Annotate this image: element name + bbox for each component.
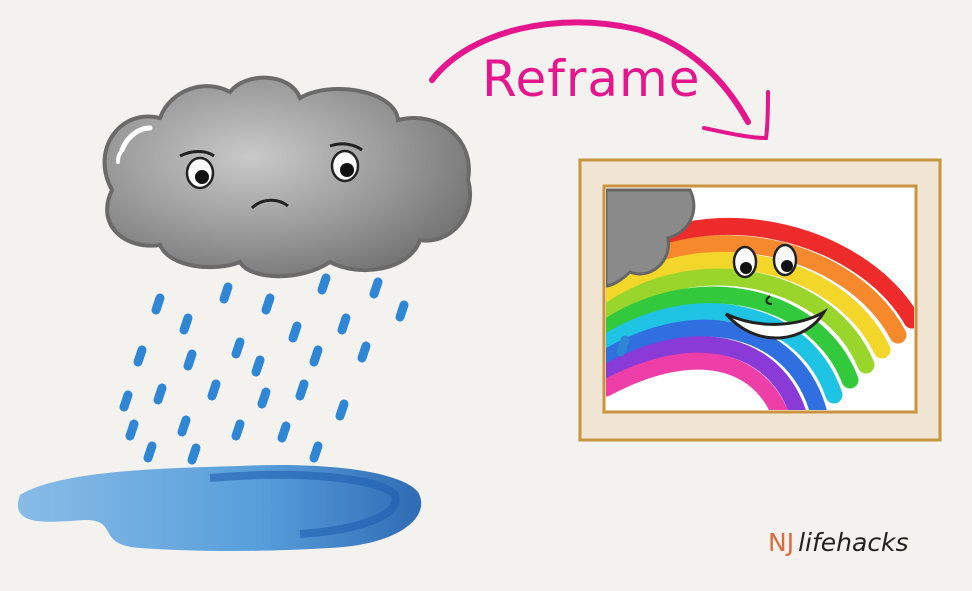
picture-frame <box>578 158 942 442</box>
brand-logo: NJ lifehacks <box>768 528 909 557</box>
illustration: Reframe NJ lifehacks <box>0 0 972 591</box>
brand-suffix: lifehacks <box>798 528 909 557</box>
reframe-label: Reframe <box>482 50 701 108</box>
sad-cloud <box>102 75 472 279</box>
brand-prefix: NJ <box>768 528 795 557</box>
raindrops <box>119 273 409 465</box>
puddle <box>17 465 422 551</box>
